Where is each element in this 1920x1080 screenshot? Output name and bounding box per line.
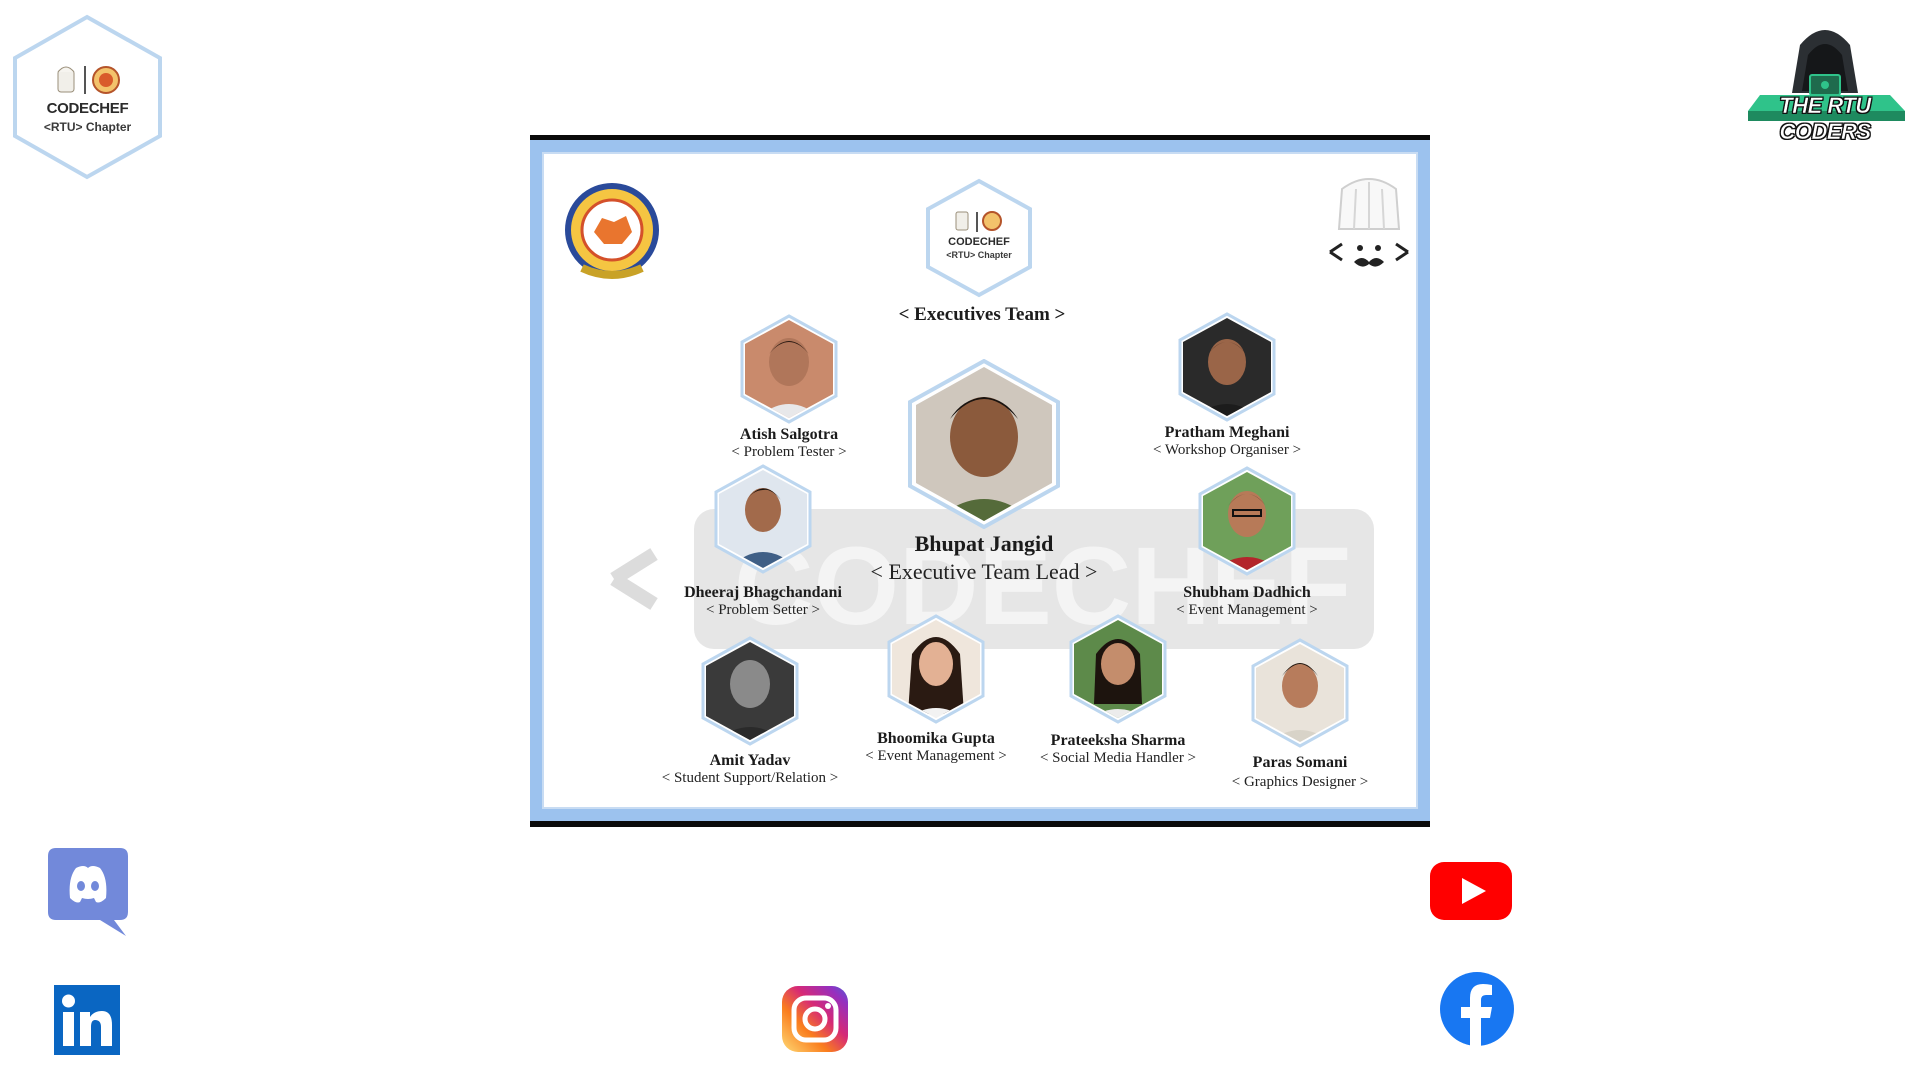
member-name: Paras Somani (1252, 754, 1348, 771)
linkedin-icon (54, 985, 120, 1055)
member-name: Amit Yadav (709, 752, 791, 769)
member-role: < Problem Tester > (731, 444, 847, 460)
executives-team-poster: CODECHEF CODECHEF <RTU> Chapter < Execut… (530, 135, 1430, 827)
member-name: Pratham Meghani (1164, 424, 1290, 441)
avatar (1069, 614, 1167, 724)
avatar (908, 359, 1060, 529)
poster-badge-title: CODECHEF (948, 236, 1010, 248)
badge-subtitle: <RTU> Chapter (43, 120, 132, 134)
executives-team-heading: < Executives Team > (898, 304, 1066, 325)
poster-card: CODECHEF CODECHEF <RTU> Chapter < Execut… (542, 152, 1418, 809)
instagram-icon (782, 986, 848, 1052)
youtube-link[interactable] (1430, 862, 1512, 920)
avatar (887, 614, 985, 724)
rtu-university-seal-icon (565, 183, 659, 279)
member-role: < Workshop Organiser > (1152, 442, 1302, 458)
avatar (1198, 466, 1296, 576)
chef-mascot-icon (1329, 178, 1409, 267)
member-name: Prateeksha Sharma (1050, 732, 1186, 749)
member-role: < Event Management > (865, 748, 1007, 764)
member-name: Bhoomika Gupta (877, 730, 995, 747)
member-role: < Executive Team Lead > (870, 559, 1098, 584)
facebook-icon (1440, 972, 1514, 1046)
discord-icon (48, 848, 128, 936)
youtube-icon (1430, 862, 1512, 920)
poster-badge-subtitle: <RTU> Chapter (946, 250, 1012, 260)
avatar (714, 464, 812, 574)
avatar (1178, 312, 1276, 422)
discord-link[interactable] (48, 848, 130, 936)
badge-title: CODECHEF (46, 100, 129, 117)
member-name: Shubham Dadhich (1183, 584, 1311, 601)
avatar (740, 314, 838, 424)
rtu-coders-text: THE RTU CODERS (1779, 93, 1871, 145)
codechef-rtu-badge[interactable]: CODECHEF <RTU> Chapter (10, 14, 165, 180)
member-name: Dheeraj Bhagchandani (684, 584, 842, 601)
linkedin-link[interactable] (54, 985, 120, 1055)
facebook-link[interactable] (1440, 972, 1514, 1046)
member-role: < Student Support/Relation > (661, 770, 839, 786)
rtu-coders-logo[interactable]: THE RTU CODERS (1740, 15, 1910, 144)
member-role: < Social Media Handler > (1039, 750, 1197, 766)
member-role: < Problem Setter > (706, 602, 820, 618)
member-role: < Event Management > (1176, 602, 1318, 618)
poster-frame: CODECHEF CODECHEF <RTU> Chapter < Execut… (530, 140, 1430, 821)
avatar (1251, 638, 1349, 748)
chef-hat-seal-icon (57, 66, 120, 94)
instagram-link[interactable] (782, 986, 848, 1052)
member-role: < Graphics Designer > (1231, 774, 1369, 790)
member-name: Atish Salgotra (739, 426, 839, 443)
member-name: Bhupat Jangid (914, 531, 1054, 556)
avatar (701, 636, 799, 746)
